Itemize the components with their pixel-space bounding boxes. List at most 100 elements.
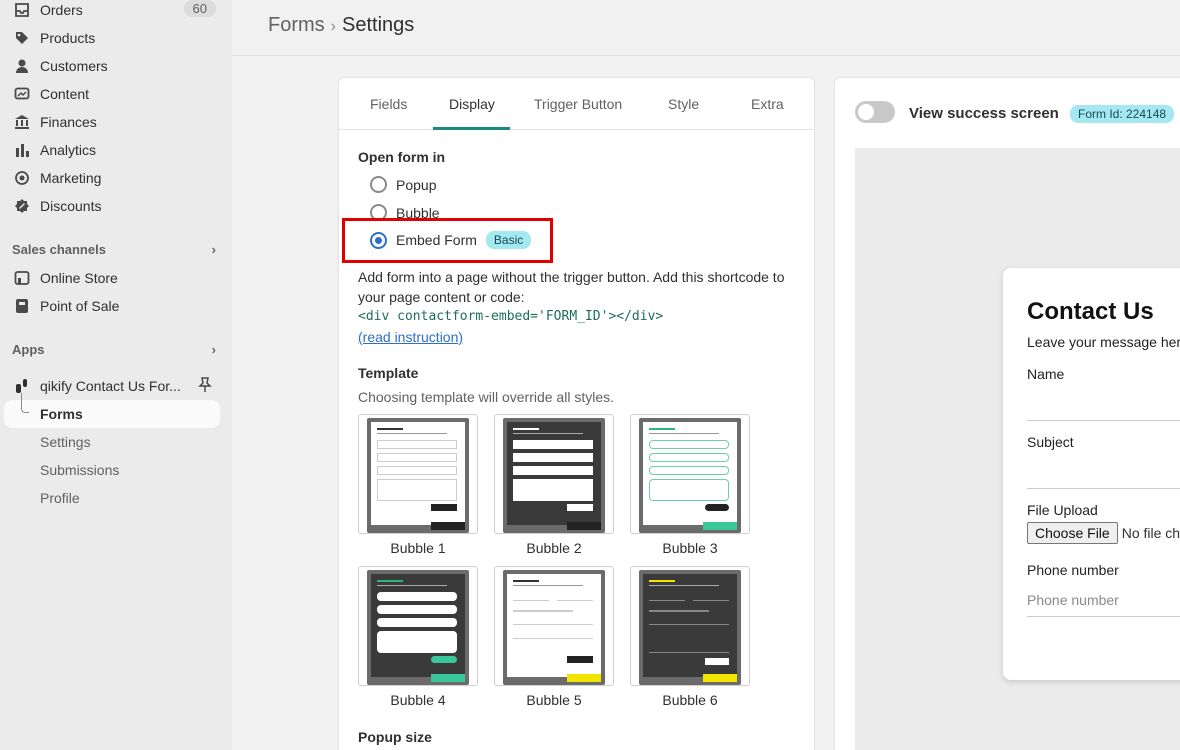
contact-form-preview: Contact Us Leave your message here and N… — [1003, 268, 1180, 680]
preview-panel: View success screen Form Id: 224148 Cont… — [834, 77, 1180, 750]
sidebar-item-content[interactable]: Content — [4, 80, 220, 108]
choose-file-button[interactable]: Choose File — [1027, 522, 1118, 544]
orders-icon — [12, 0, 32, 20]
template-bubble-6[interactable] — [630, 566, 750, 686]
discount-icon — [12, 196, 32, 216]
sidebar-subitem-submissions[interactable]: Submissions — [40, 462, 119, 478]
radio-popup[interactable]: Popup — [370, 176, 436, 193]
breadcrumb-forms-link[interactable]: Forms — [268, 14, 325, 36]
active-tab-indicator — [433, 127, 510, 130]
form-title: Contact Us — [1027, 298, 1154, 325]
template-bubble-1[interactable] — [358, 414, 478, 534]
bank-icon — [12, 112, 32, 132]
radio-button[interactable] — [370, 176, 387, 193]
sidebar-item-label: Content — [40, 86, 90, 102]
form-id-badge: Form Id: 224148 — [1070, 105, 1175, 123]
sidebar-item-point-of-sale[interactable]: Point of Sale — [4, 292, 220, 320]
settings-tabs: Fields Display Trigger Button Style Extr… — [339, 78, 814, 130]
field-label-phone: Phone number — [1027, 562, 1119, 578]
tab-display[interactable]: Display — [449, 96, 495, 112]
chevron-right-icon: › — [211, 242, 216, 257]
sidebar-item-label: Products — [40, 30, 96, 46]
sidebar-item-orders[interactable]: Orders 60 — [4, 0, 220, 24]
read-instruction-link[interactable]: (read instruction) — [358, 329, 463, 345]
sidebar-item-products[interactable]: Products — [4, 24, 220, 52]
sidebar-item-customers[interactable]: Customers — [4, 52, 220, 80]
preview-canvas: Contact Us Leave your message here and N… — [855, 148, 1180, 750]
phone-input[interactable]: Phone number — [1027, 592, 1119, 608]
tag-icon — [12, 28, 32, 48]
template-thumbnail — [503, 570, 605, 685]
sidebar-item-app[interactable]: qikify Contact Us For... — [4, 372, 220, 400]
page-header: Forms › Settings — [232, 0, 1180, 56]
field-label-file-upload: File Upload — [1027, 502, 1098, 518]
sidebar-item-label: qikify Contact Us For... — [40, 378, 181, 394]
file-status: No file chosen — [1121, 525, 1180, 541]
tab-style[interactable]: Style — [668, 96, 699, 112]
template-thumbnail — [367, 570, 469, 685]
sidebar-item-label: Finances — [40, 114, 97, 130]
tab-extra[interactable]: Extra — [751, 96, 784, 112]
sidebar-item-label: Discounts — [40, 198, 102, 214]
template-label: Bubble 1 — [390, 540, 446, 556]
sidebar-item-label: Point of Sale — [40, 298, 120, 314]
sidebar-subitem-forms[interactable] — [4, 400, 220, 428]
embed-shortcode: <div contactform-embed='FORM_ID'></div> — [358, 309, 664, 324]
name-field[interactable] — [1027, 420, 1180, 421]
template-thumbnail — [639, 570, 741, 685]
template-help-text: Choosing template will override all styl… — [358, 389, 614, 405]
form-subtitle: Leave your message here and — [1027, 334, 1180, 350]
apps-header[interactable]: Apps › — [12, 342, 216, 357]
template-thumbnail — [367, 418, 469, 533]
breadcrumb-separator: › — [330, 18, 336, 35]
toggle-label: View success screen — [909, 105, 1059, 122]
subject-field[interactable] — [1027, 488, 1180, 489]
settings-card: Fields Display Trigger Button Style Extr… — [338, 77, 815, 750]
success-screen-toggle[interactable] — [855, 101, 895, 123]
sidebar-subitem-settings[interactable]: Settings — [40, 434, 91, 450]
template-label: Bubble 6 — [662, 692, 718, 708]
highlight-annotation-box — [342, 218, 553, 263]
bar-chart-icon — [12, 140, 32, 160]
open-form-in-heading: Open form in — [358, 149, 446, 165]
sidebar-subitem-profile[interactable]: Profile — [40, 490, 80, 506]
store-icon — [12, 268, 32, 288]
phone-field-underline — [1027, 616, 1180, 617]
sales-channels-header[interactable]: Sales channels › — [12, 242, 216, 257]
sidebar-item-finances[interactable]: Finances — [4, 108, 220, 136]
embed-description: Add form into a page without the trigger… — [358, 269, 785, 305]
template-bubble-4[interactable] — [358, 566, 478, 686]
chevron-right-icon: › — [211, 342, 216, 357]
template-bubble-2[interactable] — [494, 414, 614, 534]
person-icon — [12, 56, 32, 76]
template-label: Bubble 2 — [526, 540, 582, 556]
popup-size-heading: Popup size — [358, 729, 432, 745]
pos-icon — [12, 296, 32, 316]
breadcrumb: Forms › Settings — [268, 14, 414, 37]
template-thumbnail — [503, 418, 605, 533]
sidebar-item-label: Online Store — [40, 270, 118, 286]
sidebar-subitem-label: Forms — [40, 406, 83, 422]
file-upload-control: Choose File No file chosen — [1027, 522, 1180, 544]
template-bubble-5[interactable] — [494, 566, 614, 686]
sidebar-item-analytics[interactable]: Analytics — [4, 136, 220, 164]
pin-icon[interactable] — [198, 377, 212, 396]
template-bubble-3[interactable] — [630, 414, 750, 534]
tab-fields[interactable]: Fields — [370, 96, 407, 112]
tab-trigger-button[interactable]: Trigger Button — [534, 96, 622, 112]
template-label: Bubble 3 — [662, 540, 718, 556]
sidebar: Orders 60 Products Customers Content Fin… — [0, 0, 232, 750]
field-label-name: Name — [1027, 366, 1065, 382]
sidebar-item-marketing[interactable]: Marketing — [4, 164, 220, 192]
orders-count-badge: 60 — [183, 0, 216, 17]
tree-connector — [21, 393, 29, 413]
sidebar-item-label: Customers — [40, 58, 108, 74]
sidebar-item-label: Marketing — [40, 170, 102, 186]
field-label-subject: Subject — [1027, 434, 1074, 450]
sidebar-item-online-store[interactable]: Online Store — [4, 264, 220, 292]
content-icon — [12, 84, 32, 104]
template-thumbnail — [639, 418, 741, 533]
template-label: Bubble 5 — [526, 692, 582, 708]
sidebar-item-discounts[interactable]: Discounts — [4, 192, 220, 220]
target-icon — [12, 168, 32, 188]
